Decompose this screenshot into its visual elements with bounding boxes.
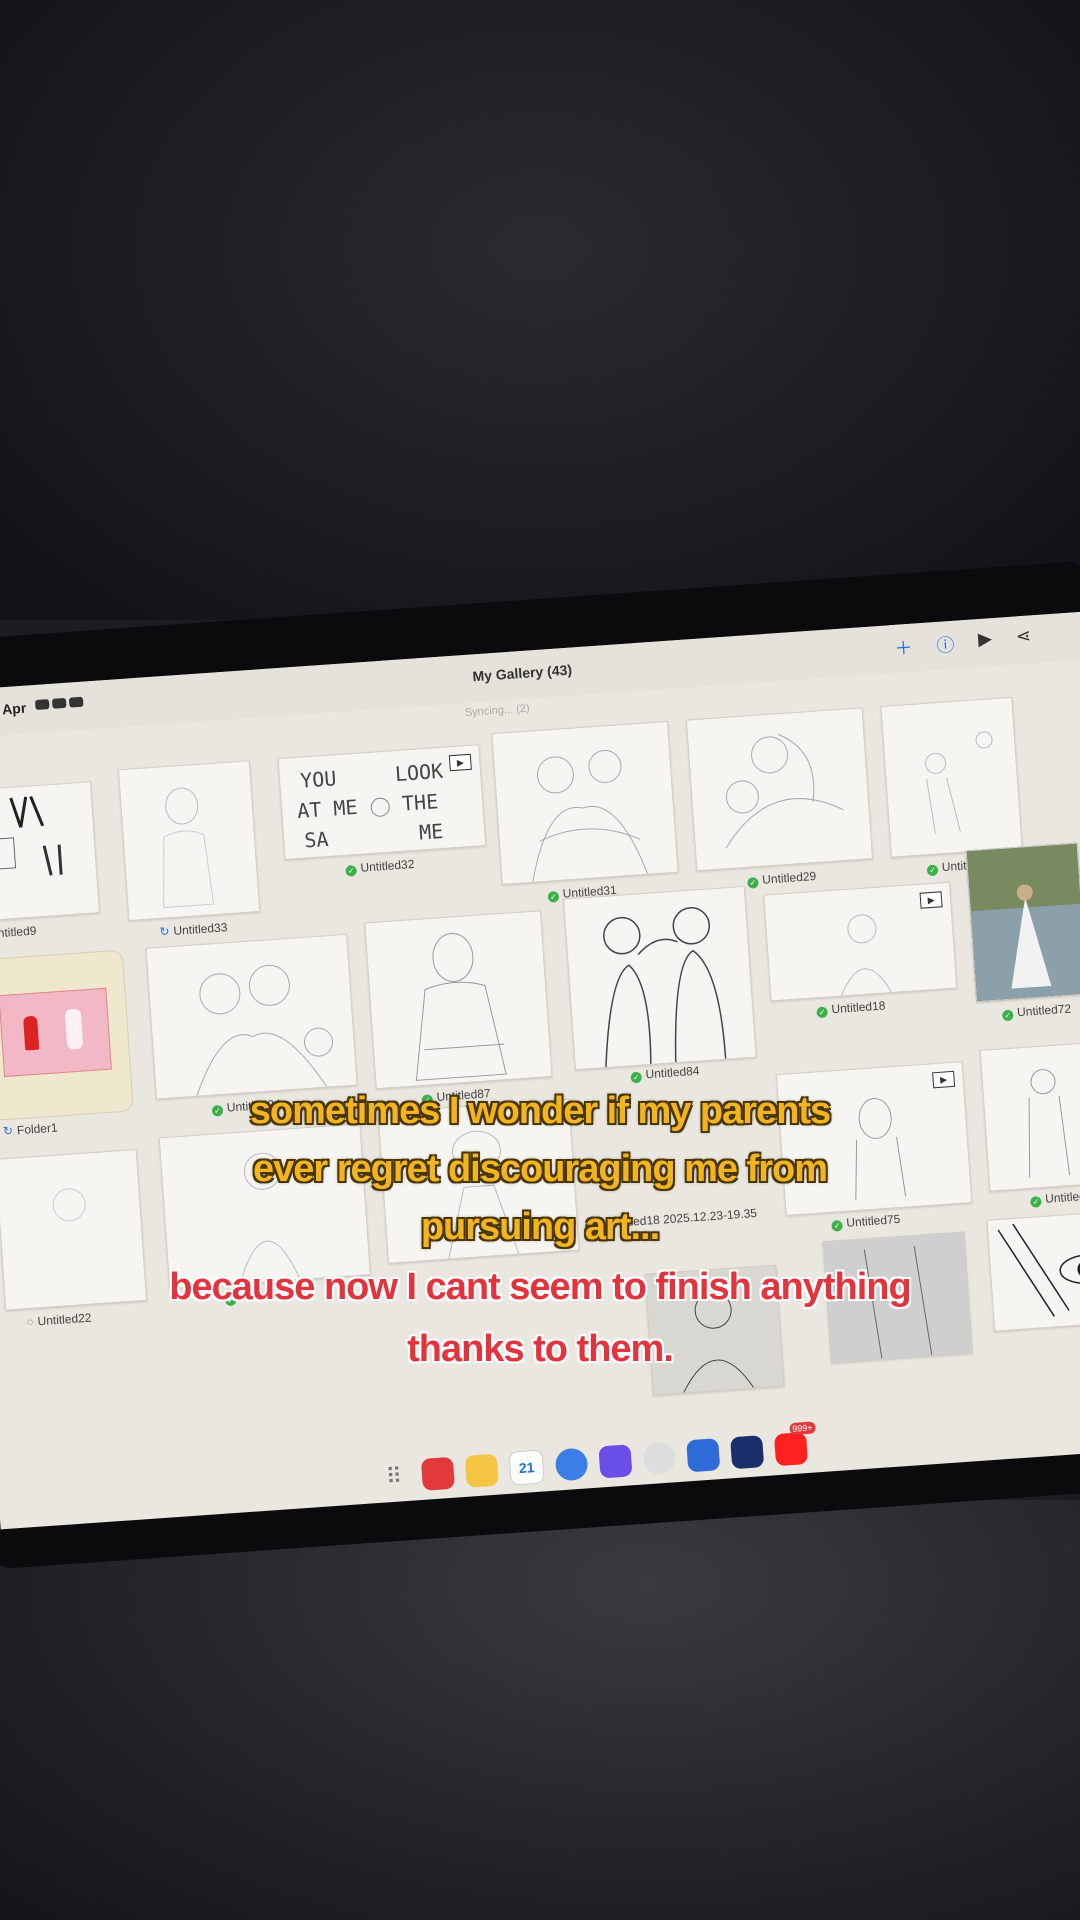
caption-line: ever regret discouraging me from: [252, 1148, 828, 1190]
timelapse-icon[interactable]: ▶: [919, 891, 943, 909]
artwork-thumbnail[interactable]: [491, 720, 679, 885]
gallery-item-label: ✓ Untitled32: [345, 857, 415, 877]
syncing-status: Syncing... (2): [464, 702, 530, 720]
app-drawer-icon[interactable]: ⠿: [377, 1460, 411, 1494]
share-icon[interactable]: ⋖: [1015, 625, 1032, 652]
artwork-thumbnail[interactable]: [965, 842, 1080, 1003]
camera-icon[interactable]: [642, 1441, 677, 1476]
sync-icon: ↻: [158, 924, 170, 939]
youtube-icon[interactable]: 999+: [773, 1421, 816, 1467]
messages-icon[interactable]: [554, 1447, 589, 1482]
gallery-item-label: ↻ Untitled33: [158, 920, 228, 939]
tablet-screen: e 21 Apr My Gallery (43) ＋ ⓘ ▶ ⋖ Syncing…: [0, 610, 1080, 1530]
gallery-item-label: ✓ Untitled72: [1001, 1002, 1072, 1022]
gallery-item-label: ✓ Untitled29: [747, 869, 817, 889]
artwork-thumbnail[interactable]: [364, 910, 553, 1090]
caption-line: because now I cant seem to finish anythi…: [169, 1266, 911, 1308]
disney-icon[interactable]: [730, 1435, 765, 1470]
sketch-text: ME: [418, 819, 444, 845]
artwork-thumbnail[interactable]: [145, 933, 358, 1100]
check-icon: ✓: [345, 865, 357, 877]
artwork-thumbnail[interactable]: [563, 885, 757, 1071]
notification-badge: 999+: [788, 1421, 816, 1436]
gallery-item-label: Untitled9: [0, 923, 37, 941]
artwork-thumbnail[interactable]: ▶: [763, 881, 958, 1002]
background-bedsheet-top: [0, 0, 1080, 620]
app-icon-purple[interactable]: [598, 1444, 633, 1479]
caption-line: pursuing art...: [420, 1206, 660, 1248]
app-icon-folder[interactable]: [464, 1453, 499, 1488]
gallery-item-label: ✓ Untitled84: [630, 1064, 700, 1084]
caption-line: sometimes I wonder if my parents: [249, 1090, 831, 1132]
sketch-text: SA: [304, 827, 330, 853]
check-icon: ✓: [926, 864, 939, 877]
calendar-icon[interactable]: 21: [508, 1449, 545, 1486]
app-icon-red[interactable]: [420, 1456, 455, 1491]
check-icon: ✓: [547, 890, 560, 903]
gallery-item-label: ✓ Untitled18: [816, 998, 886, 1019]
check-icon: ✓: [1001, 1009, 1014, 1022]
play-icon[interactable]: ▶: [977, 628, 993, 655]
info-icon[interactable]: ⓘ: [935, 631, 955, 658]
toolbar: ＋ ⓘ ▶ ⋖: [894, 625, 1032, 660]
background-bedsheet-bottom: [0, 1500, 1080, 1920]
check-icon: ✓: [747, 877, 759, 889]
timelapse-icon[interactable]: ▶: [448, 753, 472, 772]
artwork-thumbnail[interactable]: [0, 781, 100, 922]
sketch-text: YOU: [299, 766, 337, 792]
artwork-thumbnail[interactable]: [117, 760, 261, 922]
sketch-text: AT ME: [296, 795, 358, 823]
artwork-thumbnail[interactable]: [880, 696, 1023, 858]
caption-red: because now I cant seem to finish anythi…: [0, 1256, 1080, 1380]
caption-yellow: sometimes I wonder if my parents ever re…: [0, 1082, 1080, 1256]
add-icon[interactable]: ＋: [894, 634, 914, 661]
artwork-thumbnail[interactable]: [685, 707, 874, 872]
app-icon-blue[interactable]: [686, 1438, 721, 1473]
artwork-thumbnail[interactable]: YOU LOOK AT ME THE SA ME ▶: [277, 744, 487, 860]
check-icon: ✓: [816, 1006, 829, 1019]
sketch-text: THE: [401, 789, 439, 815]
sketch-text: LOOK: [394, 759, 444, 786]
caption-line: thanks to them.: [407, 1328, 674, 1370]
folder-preview: [0, 987, 112, 1078]
